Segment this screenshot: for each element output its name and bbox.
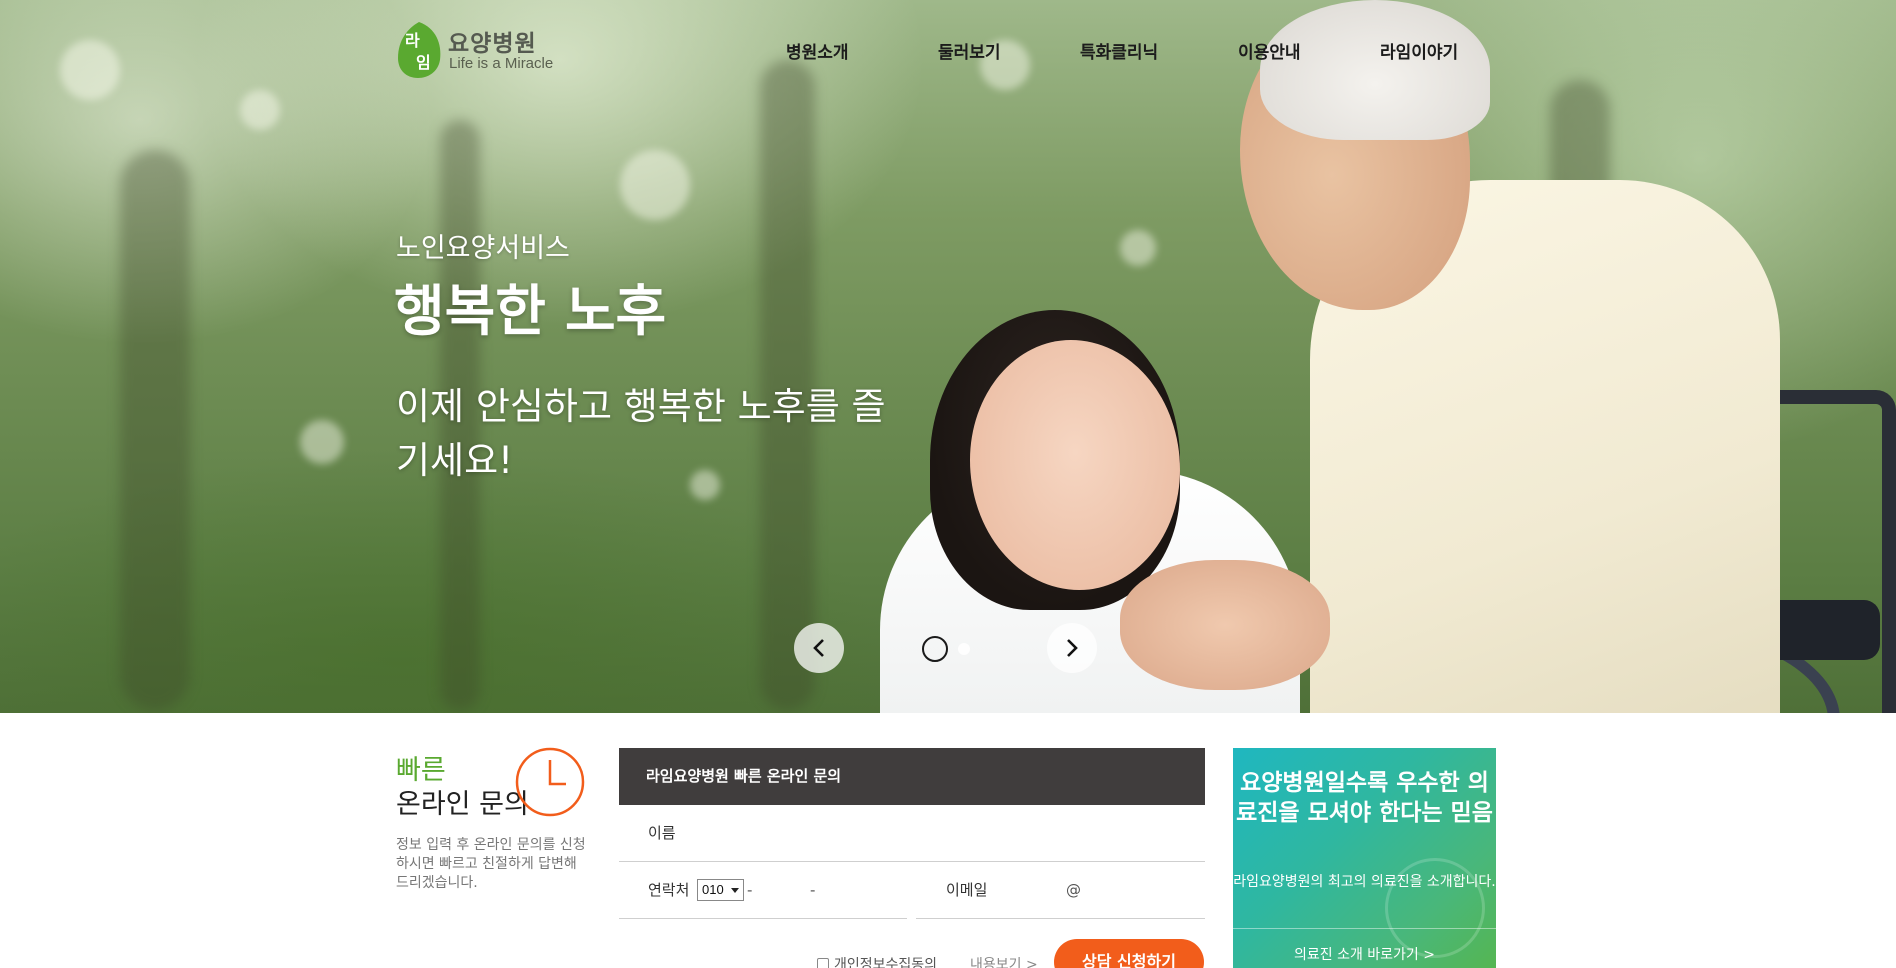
clock-icon	[515, 747, 585, 817]
quick-title-line2: 온라인 문의	[396, 789, 529, 820]
name-input[interactable]	[709, 818, 1189, 848]
email-domain-input[interactable]	[1084, 875, 1199, 905]
promo-description: 라임요양병원의 최고의 의료진을 소개합니다.	[1233, 874, 1496, 890]
privacy-agree-label: 개인정보수집동의	[834, 957, 938, 968]
bokeh-decoration	[60, 40, 120, 100]
nav-item-story[interactable]: 라임이야기	[1380, 38, 1458, 63]
slide-prev-button[interactable]	[794, 623, 844, 673]
hero-banner: 라 임 요양병원 Life is a Miracle 병원소개 둘러보기 특화클…	[0, 0, 1896, 713]
slide-dot-1[interactable]	[922, 636, 948, 662]
hero-photo-people	[880, 0, 1896, 713]
phone-dash-2: -	[810, 881, 816, 899]
name-label: 이름	[648, 824, 676, 842]
elder-hair	[1260, 0, 1490, 140]
nav-item-tour[interactable]: 둘러보기	[938, 38, 1001, 63]
form-row-phone: 연락처 010 - -	[619, 862, 907, 919]
phone-prefix-value: 010	[702, 882, 724, 897]
svg-text:임: 임	[416, 53, 431, 72]
bokeh-decoration	[300, 420, 344, 464]
doctor-intro-link[interactable]: 의료진 소개 바로가기 >	[1233, 944, 1496, 964]
phone-label: 연락처	[648, 881, 690, 899]
promo-divider	[1233, 928, 1496, 929]
logo-name: 요양병원	[448, 31, 537, 57]
bokeh-decoration	[240, 90, 280, 130]
email-at-sign: @	[1066, 881, 1081, 899]
slide-dot-2[interactable]	[958, 643, 970, 655]
privacy-agree-checkbox[interactable]	[817, 958, 829, 968]
leaf-logo-icon: 라 임	[398, 22, 441, 78]
logo-tagline: Life is a Miracle	[449, 55, 554, 72]
email-label: 이메일	[946, 881, 988, 899]
slide-next-button[interactable]	[1047, 623, 1097, 673]
phone-dash-1: -	[747, 881, 753, 899]
promo-title: 요양병원일수록 우수한 의료진을 모셔야 한다는 믿음	[1236, 770, 1493, 826]
site-logo[interactable]: 라 임 요양병원 Life is a Miracle	[396, 20, 556, 82]
hero-description: 이제 안심하고 행복한 노후를 즐기세요!	[396, 385, 886, 482]
nav-item-about[interactable]: 병원소개	[786, 38, 849, 63]
privacy-view-link[interactable]: 내용보기 >	[970, 954, 1038, 968]
hero-subtitle: 노인요양서비스	[396, 233, 570, 264]
chevron-down-icon	[731, 888, 739, 893]
doctor-promo-card[interactable]: 요양병원일수록 우수한 의료진을 모셔야 한다는 믿음 라임요양병원의 최고의 …	[1233, 748, 1496, 968]
hero-title: 행복한 노후	[394, 279, 667, 343]
chevron-right-icon	[1067, 639, 1078, 657]
form-row-email: 이메일 @	[916, 862, 1205, 919]
nav-item-clinic[interactable]: 특화클리닉	[1080, 38, 1158, 63]
nav-item-guide[interactable]: 이용안내	[1238, 38, 1301, 63]
tree-trunk-decoration	[120, 150, 190, 710]
bokeh-decoration	[620, 150, 690, 220]
chevron-left-icon	[813, 639, 824, 657]
phone-mid-input[interactable]	[757, 875, 817, 905]
quick-description: 정보 입력 후 온라인 문의를 신청하시면 빠르고 친절하게 답변해 드리겠습니…	[396, 837, 586, 891]
submit-inquiry-button[interactable]: 상담 신청하기	[1054, 939, 1204, 968]
phone-prefix-select[interactable]: 010	[697, 879, 744, 901]
svg-text:라: 라	[405, 31, 420, 50]
holding-hands	[1120, 560, 1330, 690]
form-row-name: 이름	[619, 805, 1205, 862]
phone-last-input[interactable]	[821, 875, 901, 905]
form-header: 라임요양병원 빠른 온라인 문의	[619, 748, 1205, 805]
